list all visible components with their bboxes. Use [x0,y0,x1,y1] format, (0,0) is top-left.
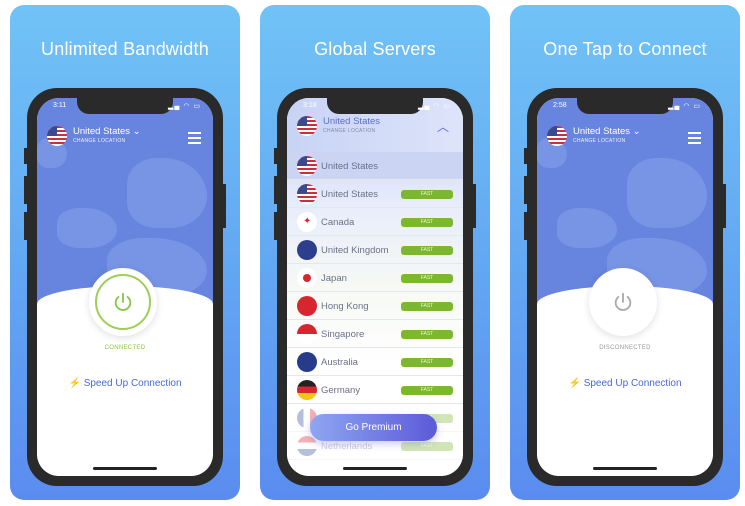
flag-icon [297,324,317,344]
promo-title: Unlimited Bandwidth [41,39,209,59]
server-row[interactable]: United States FAST [287,180,463,208]
location-selector[interactable]: United States ⌄ CHANGE LOCATION [73,126,141,144]
fast-badge: FAST [401,442,453,451]
go-premium-button[interactable]: Go Premium [310,414,437,441]
server-row[interactable]: United Kingdom FAST [287,236,463,264]
flag-icon [47,126,67,146]
fast-badge: FAST [401,274,453,283]
phone-mockup: 3:11 ▂▄ ◠ ▭ United States ⌄ CHANGE LOCATI… [24,88,226,486]
server-name: Germany [321,385,361,396]
lightning-icon: ⚡ [68,378,81,389]
fast-badge: FAST [401,246,453,255]
menu-icon[interactable] [688,132,701,147]
status-icons: ▂▄ ◠ ▭ [668,103,701,110]
flag-icon [297,436,317,456]
server-row[interactable]: Germany FAST [287,376,463,404]
flag-icon [297,156,317,176]
server-name: Australia [321,357,358,368]
flag-icon [297,380,317,400]
connection-status: DISCONNECTED [599,345,651,351]
server-name: United Kingdom [321,245,389,256]
promo-panel: Global Servers 3:18 ▂▄ ◠ ▭ United States… [260,5,490,500]
app-screen: 3:11 ▂▄ ◠ ▭ United States ⌄ CHANGE LOCATI… [37,98,213,476]
promo-panel: Unlimited Bandwidth 3:11 ▂▄ ◠ ▭ United S… [10,5,240,500]
flag-icon [547,126,567,146]
home-indicator [93,467,157,470]
app-screen: 2:58 ▂▄ ◠ ▭ United States ⌄ CHANGE LOCATI… [537,98,713,476]
server-row[interactable]: Hong Kong FAST [287,292,463,320]
status-icons: ▂▄ ◠ ▭ [418,103,451,110]
server-name: Netherlands [321,441,373,452]
server-row[interactable]: Australia FAST [287,348,463,376]
flag-icon [297,184,317,204]
server-name: Japan [321,273,347,284]
flag-icon [297,352,317,372]
fast-badge: FAST [401,386,453,395]
flag-icon [297,240,317,260]
fast-badge: FAST [401,358,453,367]
menu-icon[interactable] [188,132,201,147]
chevron-up-icon[interactable]: ︿ [437,118,449,135]
status-time: 3:18 [303,102,317,109]
home-indicator [593,467,657,470]
promo-title: Global Servers [314,39,436,59]
server-row[interactable]: Japan FAST [287,264,463,292]
power-button[interactable] [89,268,157,336]
flag-icon [297,268,317,288]
lightning-icon: ⚡ [568,378,581,389]
promo-title: One Tap to Connect [543,39,707,59]
server-name: United States [321,189,379,200]
fast-badge: FAST [401,330,453,339]
flag-icon [297,296,317,316]
location-selector[interactable]: United States ⌄ CHANGE LOCATION [573,126,641,144]
server-row[interactable]: ✦ Canada FAST [287,208,463,236]
fast-badge: FAST [401,218,453,227]
phone-mockup: 2:58 ▂▄ ◠ ▭ United States ⌄ CHANGE LOCATI… [524,88,726,486]
power-icon [614,292,632,311]
server-name: Singapore [321,329,365,340]
status-time: 2:58 [553,102,567,109]
promo-panel: One Tap to Connect 2:58 ▂▄ ◠ ▭ United St… [510,5,740,500]
fast-badge: FAST [401,190,453,199]
server-row-selected[interactable]: United States [287,152,463,180]
server-name: Hong Kong [321,301,369,312]
flag-icon: ✦ [297,212,317,232]
screenshot-root: Unlimited Bandwidth 3:11 ▂▄ ◠ ▭ United S… [0,0,745,506]
connection-status: CONNECTED [104,345,146,351]
flag-icon [297,116,317,136]
speed-up-link[interactable]: ⚡ Speed Up Connection [37,378,213,389]
speed-up-link[interactable]: ⚡ Speed Up Connection [537,378,713,389]
server-name: Canada [321,217,355,228]
phone-mockup: 3:18 ▂▄ ◠ ▭ United States CHANGE LOCATION… [274,88,476,486]
app-screen: 3:18 ▂▄ ◠ ▭ United States CHANGE LOCATION… [287,98,463,476]
home-indicator [343,467,407,470]
server-row[interactable]: Singapore FAST [287,320,463,348]
status-time: 3:11 [53,102,67,109]
status-icons: ▂▄ ◠ ▭ [168,103,201,110]
fast-badge: FAST [401,302,453,311]
power-icon [114,292,132,311]
power-button[interactable] [589,268,657,336]
